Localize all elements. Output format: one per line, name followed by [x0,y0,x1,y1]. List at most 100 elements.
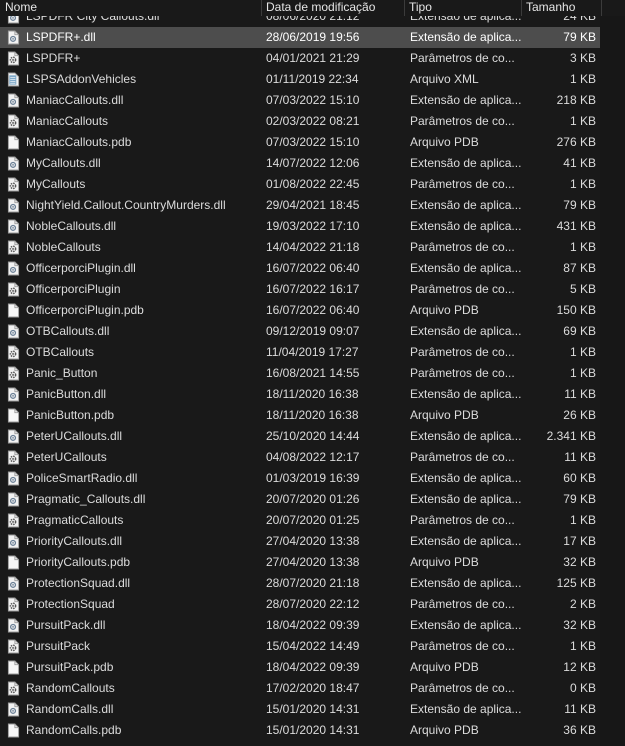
file-row[interactable]: PeterUCallouts.dll 25/10/2020 14:44 Extens… [0,426,600,447]
file-date: 18/11/2020 16:38 [266,387,359,401]
dll-file-icon [7,429,20,444]
file-row[interactable]: PoliceSmartRadio.dll 01/03/2019 16:39 Exte… [0,468,600,489]
file-row[interactable]: RandomCalls.dll 15/01/2020 14:31 Extensão … [0,699,600,720]
file-type: Arquivo PDB [410,555,479,569]
file-type: Arquivo PDB [410,408,479,422]
file-row[interactable]: PragmaticCallouts 20/07/2020 01:25 Parâmet… [0,510,600,531]
column-header-name[interactable]: Nome [0,0,261,16]
file-type: Parâmetros de co... [410,282,515,296]
file-row[interactable]: PriorityCallouts.pdb 27/04/2020 13:38 Arqu… [0,552,600,573]
column-header-type[interactable]: Tipo [404,0,521,16]
file-type: Arquivo PDB [410,303,479,317]
blank-file-icon [7,660,20,675]
column-header-size[interactable]: Tamanho [521,0,601,16]
file-type: Parâmetros de co... [410,366,515,380]
file-size: 12 KB [563,660,596,674]
file-row[interactable]: RandomCallouts 17/02/2020 18:47 Parâmetros… [0,678,600,699]
vertical-scrollbar[interactable] [600,0,625,746]
column-divider[interactable] [601,0,602,16]
file-size: 36 KB [563,723,596,737]
file-type: Parâmetros de co... [410,114,515,128]
file-type: Extensão de aplica... [410,261,522,275]
file-date: 15/04/2022 14:49 [266,639,360,653]
file-row[interactable]: ManiacCallouts.dll 07/03/2022 15:10 Extens… [0,90,600,111]
file-type: Parâmetros de co... [410,240,515,254]
config-file-icon [7,450,20,465]
file-row[interactable]: ProtectionSquad 28/07/2020 22:12 Parâmetro… [0,594,600,615]
file-type: Parâmetros de co... [410,450,515,464]
file-row[interactable]: Panic_Button 16/08/2021 14:55 Parâmetros d… [0,363,600,384]
file-name: OfficerporciPlugin.dll [26,261,136,275]
file-type: Arquivo XML [410,72,479,86]
file-size: 1 KB [569,72,596,86]
file-size: 1 KB [569,240,596,254]
file-name: PeterUCallouts.dll [26,429,123,443]
file-row[interactable]: PursuitPack.pdb 18/04/2022 09:39 Arquivo P… [0,657,600,678]
file-date: 02/03/2022 08:21 [266,114,360,128]
file-row[interactable]: NobleCallouts 14/04/2022 21:18 Parâmetros … [0,237,600,258]
file-size: 1 KB [569,345,596,359]
file-size: 5 KB [569,282,596,296]
file-name: Pragmatic_Callouts.dll [26,492,146,506]
dll-file-icon [7,198,20,213]
file-type: Arquivo PDB [410,660,479,674]
file-row[interactable]: ProtectionSquad.dll 28/07/2020 21:18 Exten… [0,573,600,594]
file-date: 07/03/2022 15:10 [266,93,360,107]
file-size: 11 KB [564,387,596,401]
file-size: 1 KB [569,513,596,527]
file-row[interactable]: NobleCallouts.dll 19/03/2022 17:10 Extensã… [0,216,600,237]
file-row[interactable]: MyCallouts 01/08/2022 22:45 Parâmetros de … [0,174,600,195]
file-row[interactable]: MyCallouts.dll 14/07/2022 12:06 Extensão d… [0,153,600,174]
file-size: 1 KB [569,114,596,128]
file-date: 04/08/2022 12:17 [266,450,360,464]
file-row[interactable]: PursuitPack 15/04/2022 14:49 Parâmetros de… [0,636,600,657]
file-size: 1 KB [569,177,596,191]
file-row[interactable]: PriorityCallouts.dll 27/04/2020 13:38 Exte… [0,531,600,552]
file-row[interactable]: LSPSAddonVehicles 01/11/2019 22:34 Arquivo… [0,69,600,90]
file-row[interactable]: PeterUCallouts 04/08/2022 12:17 Parâmetros… [0,447,600,468]
file-date: 29/04/2021 18:45 [266,198,360,212]
file-date: 20/07/2020 01:25 [266,513,360,527]
file-size: 26 KB [563,408,596,422]
file-type: Parâmetros de co... [410,51,515,65]
file-row[interactable]: OTBCallouts 11/04/2019 17:27 Parâmetros de… [0,342,600,363]
file-row[interactable]: Pragmatic_Callouts.dll 20/07/2020 01:26 Ex… [0,489,600,510]
file-type: Extensão de aplica... [410,198,522,212]
dll-file-icon [7,702,20,717]
file-row[interactable]: OfficerporciPlugin.dll 16/07/2022 06:40 Ex… [0,258,600,279]
file-date: 01/08/2022 22:45 [266,177,360,191]
file-size: 431 KB [556,219,596,233]
file-size: 41 KB [563,156,596,170]
file-row[interactable]: LSPDFR+ 04/01/2021 21:29 Parâmetros de co.… [0,48,600,69]
file-row[interactable]: PanicButton.dll 18/11/2020 16:38 Extensão … [0,384,600,405]
file-row[interactable]: OfficerporciPlugin.pdb 16/07/2022 06:40 Ar… [0,300,600,321]
file-date: 18/04/2022 09:39 [266,660,360,674]
file-row[interactable]: ManiacCallouts 02/03/2022 08:21 Parâmetros… [0,111,600,132]
file-row[interactable]: OTBCallouts.dll 09/12/2019 09:07 Extensão … [0,321,600,342]
file-size: 0 KB [569,681,596,695]
file-size: 2 KB [569,597,596,611]
file-row[interactable]: OfficerporciPlugin 16/07/2022 16:17 Parâme… [0,279,600,300]
file-size: 11 KB [564,702,596,716]
file-row[interactable]: PursuitPack.dll 18/04/2022 09:39 Extensão … [0,615,600,636]
file-size: 2.341 KB [546,429,596,443]
dll-file-icon [7,576,20,591]
column-header-date[interactable]: Data de modificação [261,0,404,16]
file-size: 218 KB [556,93,596,107]
config-file-icon [7,597,20,612]
file-name: Panic_Button [26,366,98,380]
file-size: 1 KB [569,366,596,380]
file-type: Extensão de aplica... [410,219,522,233]
file-date: 04/01/2021 21:29 [266,51,360,65]
file-row[interactable]: LSPDFR+.dll 28/06/2019 19:56 Extensão de a… [0,27,600,48]
file-date: 16/07/2022 06:40 [266,261,360,275]
blank-file-icon [7,555,20,570]
file-type: Parâmetros de co... [410,639,515,653]
config-file-icon [7,639,20,654]
file-row[interactable]: PanicButton.pdb 18/11/2020 16:38 Arquivo P… [0,405,600,426]
file-row[interactable]: RandomCalls.pdb 15/01/2020 14:31 Arquivo P… [0,720,600,741]
file-row[interactable]: NightYield.Callout.CountryMurders.dll 29/… [0,195,600,216]
config-file-icon [7,345,20,360]
file-row[interactable]: ManiacCallouts.pdb 07/03/2022 15:10 Arquiv… [0,132,600,153]
file-date: 20/07/2020 01:26 [266,492,360,506]
